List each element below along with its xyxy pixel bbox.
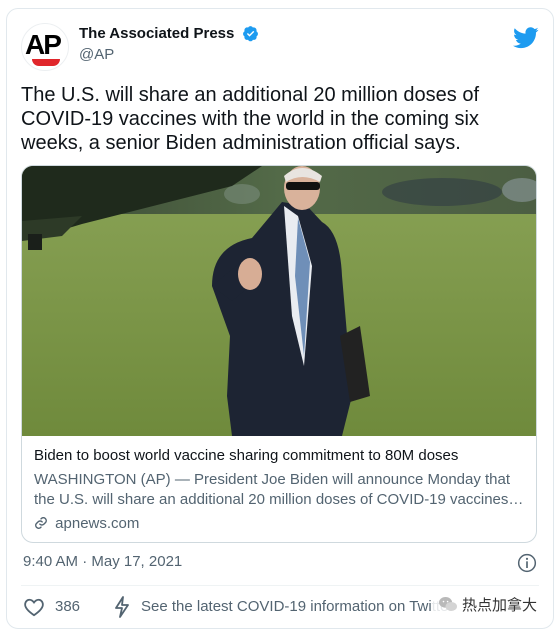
link-meta: Biden to boost world vaccine sharing com… [22,436,536,542]
link-domain: apnews.com [55,515,140,532]
tweet-text: The U.S. will share an additional 20 mil… [21,84,480,154]
avatar-logo-mark [32,59,60,66]
watermark: 热点加拿大 [431,592,543,616]
covid-info-link[interactable]: See the latest COVID-19 information on T… [141,598,451,615]
tweet-header: AP The Associated Press @AP [21,23,539,73]
link-preview-card[interactable]: Biden to boost world vaccine sharing com… [21,165,537,543]
link-icon [35,517,47,529]
account-name[interactable]: The Associated Press [79,25,234,42]
twitter-bird-icon[interactable] [513,27,539,49]
account-handle[interactable]: @AP [79,46,259,63]
avatar-logo-text: AP [25,29,62,60]
verified-badge-icon [242,26,258,42]
tweet-timestamp[interactable]: 9:40 AM · May 17, 2021 [23,553,182,570]
tweet-card: AP The Associated Press @AP The U.S. wil… [6,8,554,629]
wechat-icon [438,597,457,611]
link-description-line: the U.S. will share an additional 20 mil… [34,491,524,508]
link-description: WASHINGTON (AP) — President Joe Biden wi… [34,470,526,510]
link-title[interactable]: Biden to boost world vaccine sharing com… [34,446,526,466]
heart-icon[interactable] [23,597,45,617]
account-info: The Associated Press @AP [79,25,259,63]
info-icon[interactable] [517,553,537,573]
link-domain-row[interactable]: apnews.com [34,514,526,534]
divider [21,585,539,586]
avatar[interactable]: AP [21,23,69,71]
like-count: 386 [55,598,81,615]
link-description-line: WASHINGTON (AP) — President Joe Biden wi… [34,471,511,488]
article-photo [22,166,536,436]
lightning-icon [115,596,129,618]
watermark-text: 热点加拿大 [461,596,537,614]
